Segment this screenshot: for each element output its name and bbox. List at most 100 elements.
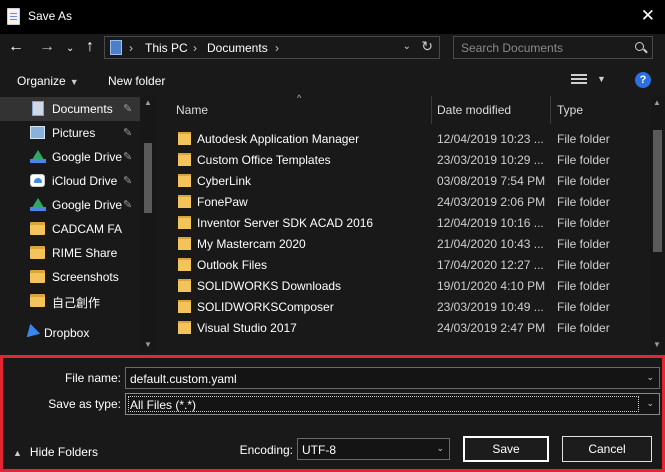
sidebar-item-google-drive[interactable]: Google Drive ✎ xyxy=(0,145,140,169)
view-options-icon[interactable] xyxy=(571,74,587,86)
search-placeholder: Search Documents xyxy=(461,41,564,55)
breadcrumb-separator[interactable]: › xyxy=(129,41,133,55)
folder-icon xyxy=(178,279,191,292)
pin-icon: ✎ xyxy=(123,151,133,163)
search-input[interactable]: Search Documents xyxy=(453,36,653,59)
breadcrumb-separator[interactable]: › xyxy=(275,41,279,55)
file-type: File folder xyxy=(557,153,610,167)
file-name-field[interactable]: default.custom.yaml ⌄ xyxy=(125,367,660,389)
search-icon xyxy=(635,42,644,51)
encoding-value: UTF-8 xyxy=(302,443,336,457)
table-row[interactable]: FonePaw 24/03/2019 2:06 PM File folder xyxy=(158,191,650,212)
sidebar-item-own-creations[interactable]: 自己創作 xyxy=(0,289,140,313)
chevron-up-icon: ▲ xyxy=(13,448,22,458)
pictures-icon xyxy=(30,126,45,139)
sidebar-item-label: CADCAM FA xyxy=(52,222,123,236)
sidebar-item-icloud-drive[interactable]: iCloud Drive ✎ xyxy=(0,169,140,193)
pin-icon: ✎ xyxy=(123,175,133,187)
chevron-down-icon[interactable]: ▼ xyxy=(597,74,606,84)
chevron-down-icon[interactable]: ⌄ xyxy=(646,398,654,409)
scroll-up-icon[interactable]: ▲ xyxy=(144,98,152,107)
sidebar-item-label: Documents xyxy=(52,102,113,116)
file-list-scrollbar[interactable]: ▲ ▼ xyxy=(650,96,665,353)
hide-folders-button[interactable]: ▲ Hide Folders xyxy=(13,445,98,459)
save-button[interactable]: Save xyxy=(463,436,549,462)
notepad-icon xyxy=(7,8,20,25)
column-divider[interactable] xyxy=(431,96,432,124)
sidebar-item-rime-share[interactable]: RIME Share xyxy=(0,241,140,265)
file-type: File folder xyxy=(557,237,610,251)
folder-icon xyxy=(178,237,191,250)
breadcrumb-this-pc[interactable]: This PC xyxy=(145,41,188,55)
sidebar-item-screenshots[interactable]: Screenshots xyxy=(0,265,140,289)
chevron-down-icon: ▼ xyxy=(69,77,79,87)
scrollbar-thumb[interactable] xyxy=(653,130,662,252)
table-row[interactable]: SOLIDWORKSComposer 23/03/2019 10:49 ... … xyxy=(158,296,650,317)
table-row[interactable]: SOLIDWORKS Downloads 19/01/2020 4:10 PM … xyxy=(158,275,650,296)
file-type: File folder xyxy=(557,321,610,335)
file-date: 12/04/2019 10:23 ... xyxy=(437,132,544,146)
scroll-down-icon[interactable]: ▼ xyxy=(653,340,661,349)
address-dropdown-icon[interactable]: ⌄ xyxy=(403,41,411,52)
sidebar-item-pictures[interactable]: Pictures ✎ xyxy=(0,121,140,145)
close-icon[interactable]: ✕ xyxy=(641,6,655,26)
file-name: Autodesk Application Manager xyxy=(197,132,360,146)
column-header-date-modified[interactable]: Date modified xyxy=(437,103,511,117)
forward-arrow-icon[interactable]: → xyxy=(39,38,55,56)
sidebar-item-cadcam-fa[interactable]: CADCAM FA xyxy=(0,217,140,241)
title-bar: Save As ✕ xyxy=(0,0,665,34)
scrollbar-thumb[interactable] xyxy=(144,143,152,213)
sidebar-item-label: Pictures xyxy=(52,126,96,140)
new-folder-button[interactable]: New folder xyxy=(108,74,165,88)
back-arrow-icon[interactable]: ← xyxy=(8,38,24,56)
refresh-icon[interactable]: ↻ xyxy=(421,38,433,55)
table-row[interactable]: Custom Office Templates 23/03/2019 10:29… xyxy=(158,149,650,170)
file-type: File folder xyxy=(557,132,610,146)
file-date: 19/01/2020 4:10 PM xyxy=(437,279,546,293)
navigation-pane-scrollbar[interactable]: ▲ ▼ xyxy=(141,96,155,353)
table-row[interactable]: Inventor Server SDK ACAD 2016 12/04/2019… xyxy=(158,212,650,233)
file-type: File folder xyxy=(557,216,610,230)
folder-icon xyxy=(30,270,45,283)
chevron-down-icon[interactable]: ⌄ xyxy=(646,372,654,383)
up-arrow-icon[interactable]: ↑ xyxy=(86,38,94,56)
chevron-down-icon[interactable]: ⌄ xyxy=(436,443,444,454)
file-date: 17/04/2020 12:27 ... xyxy=(437,258,544,272)
table-row[interactable]: Autodesk Application Manager 12/04/2019 … xyxy=(158,128,650,149)
scroll-up-icon[interactable]: ▲ xyxy=(653,98,661,107)
cancel-button[interactable]: Cancel xyxy=(562,436,652,462)
column-divider[interactable] xyxy=(550,96,551,124)
file-date: 21/04/2020 10:43 ... xyxy=(437,237,544,251)
save-as-type-select[interactable]: All Files (*.*) ⌄ xyxy=(125,393,660,415)
folder-icon xyxy=(178,216,191,229)
file-date: 23/03/2019 10:29 ... xyxy=(437,153,544,167)
organize-button[interactable]: Organize ▼ xyxy=(17,74,79,88)
encoding-select[interactable]: UTF-8 ⌄ xyxy=(297,438,450,460)
sidebar-item-documents[interactable]: Documents ✎ xyxy=(0,97,140,121)
folder-icon xyxy=(178,153,191,166)
save-as-type-label: Save as type: xyxy=(48,397,121,411)
navigation-pane: Documents ✎ Pictures ✎ Google Drive ✎ iC… xyxy=(0,96,155,353)
file-name: FonePaw xyxy=(197,195,248,209)
file-name: SOLIDWORKSComposer xyxy=(197,300,334,314)
breadcrumb-documents[interactable]: Documents xyxy=(207,41,268,55)
sidebar-item-dropbox[interactable]: Dropbox xyxy=(0,321,140,345)
save-options-panel: File name: default.custom.yaml ⌄ Save as… xyxy=(0,355,665,472)
breadcrumb-separator[interactable]: › xyxy=(193,41,197,55)
address-bar[interactable]: › This PC › Documents › ⌄ ↻ xyxy=(104,36,440,59)
table-row[interactable]: Visual Studio 2017 24/03/2019 2:47 PM Fi… xyxy=(158,317,650,338)
recent-locations-chevron-icon[interactable]: ⌄ xyxy=(66,43,74,54)
table-row[interactable]: CyberLink 03/08/2019 7:54 PM File folder xyxy=(158,170,650,191)
scroll-down-icon[interactable]: ▼ xyxy=(144,340,152,349)
column-header-type[interactable]: Type xyxy=(557,103,583,117)
file-type: File folder xyxy=(557,258,610,272)
table-row[interactable]: Outlook Files 17/04/2020 12:27 ... File … xyxy=(158,254,650,275)
folder-icon xyxy=(178,174,191,187)
table-row[interactable]: My Mastercam 2020 21/04/2020 10:43 ... F… xyxy=(158,233,650,254)
pin-icon: ✎ xyxy=(123,103,133,115)
help-icon[interactable]: ? xyxy=(635,72,651,88)
sidebar-item-label: iCloud Drive xyxy=(52,174,118,188)
folder-icon xyxy=(30,294,45,307)
sidebar-item-google-drive-2[interactable]: Google Drive ✎ xyxy=(0,193,140,217)
column-header-name[interactable]: Name xyxy=(176,103,208,117)
